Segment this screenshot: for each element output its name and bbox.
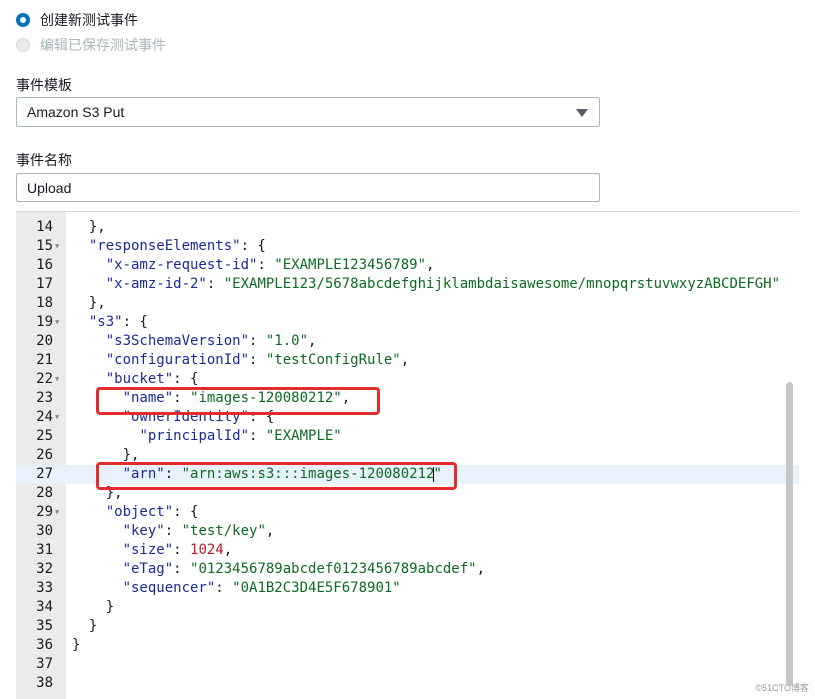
radio-selected-icon[interactable]: [16, 13, 30, 27]
code-text: },: [72, 219, 106, 235]
line-number: 15: [36, 238, 53, 254]
code-text: },: [72, 295, 106, 311]
line-number: 29: [36, 504, 53, 520]
line-number: 33: [36, 580, 53, 596]
line-number: 35: [36, 618, 53, 634]
code-text: "sequencer": "0A1B2C3D4E5F678901": [122, 580, 401, 596]
line-number: 25: [36, 428, 53, 444]
line-number: 38: [36, 675, 53, 691]
line-number: 36: [36, 637, 53, 653]
code-line[interactable]: 35 }: [16, 617, 799, 636]
code-line[interactable]: 18 },: [16, 294, 799, 313]
fold-toggle-icon[interactable]: ▼: [55, 313, 59, 332]
line-number: 24: [36, 409, 53, 425]
code-text: "size": 1024,: [122, 542, 233, 558]
line-number: 19: [36, 314, 53, 330]
line-number: 13: [16, 212, 53, 218]
event-name-value: Upload: [27, 179, 72, 196]
code-line[interactable]: 25 "principalId": "EXAMPLE": [16, 427, 799, 446]
line-number: 18: [36, 295, 53, 311]
code-text: "key": "test/key",: [122, 523, 275, 539]
template-label: 事件模板: [16, 77, 72, 93]
code-text: "x-amz-request-id": "EXAMPLE123456789",: [105, 257, 435, 273]
highlight-box-bucket-arn: [96, 462, 457, 490]
json-code-editor[interactable]: 13 "sourceIPAddress": "127.0.0.1"14 },15…: [16, 211, 799, 699]
code-text: "sourceIPAddress": "127.0.0.1": [72, 212, 359, 218]
code-line[interactable]: 29 ▼ "object": {: [16, 503, 799, 522]
code-text: "configurationId": "testConfigRule",: [105, 352, 410, 368]
radio-edit-saved-event[interactable]: 编辑已保存测试事件: [16, 35, 166, 55]
code-line[interactable]: 37: [16, 655, 799, 674]
editor-lines[interactable]: 13 "sourceIPAddress": "127.0.0.1"14 },15…: [16, 212, 799, 693]
line-number: 20: [36, 333, 53, 349]
code-line[interactable]: 15 ▼ "responseElements": {: [16, 237, 799, 256]
code-line[interactable]: 34 }: [16, 598, 799, 617]
line-number: 21: [36, 352, 53, 368]
radio-label-edit: 编辑已保存测试事件: [40, 37, 166, 53]
code-text: }: [72, 618, 98, 634]
line-number: 26: [36, 447, 53, 463]
event-name-input[interactable]: Upload: [16, 173, 600, 202]
code-line[interactable]: 20 "s3SchemaVersion": "1.0",: [16, 332, 799, 351]
highlight-box-bucket-name: [96, 387, 380, 415]
editor-scrollbar[interactable]: [786, 382, 793, 686]
code-line[interactable]: 38: [16, 674, 799, 693]
line-number: 34: [36, 599, 53, 615]
template-select-value: Amazon S3 Put: [27, 104, 125, 120]
fold-toggle-icon[interactable]: ▼: [55, 408, 59, 427]
code-text: }: [72, 637, 81, 653]
code-text: "x-amz-id-2": "EXAMPLE123/5678abcdefghij…: [105, 276, 781, 292]
code-text: "responseElements": {: [88, 238, 266, 254]
line-number: 27: [36, 466, 53, 482]
code-line[interactable]: 17 "x-amz-id-2": "EXAMPLE123/5678abcdefg…: [16, 275, 799, 294]
line-number: 16: [36, 257, 53, 273]
line-number: 23: [36, 390, 53, 406]
code-line[interactable]: 30 "key": "test/key",: [16, 522, 799, 541]
code-text: "principalId": "EXAMPLE": [139, 428, 342, 444]
template-select[interactable]: Amazon S3 Put: [16, 97, 600, 127]
watermark: ©51CTO博客: [755, 683, 809, 693]
code-text: }: [72, 599, 115, 615]
code-line[interactable]: 33 "sequencer": "0A1B2C3D4E5F678901": [16, 579, 799, 598]
code-line[interactable]: 14 },: [16, 218, 799, 237]
code-text: "s3": {: [88, 314, 148, 330]
chevron-down-icon[interactable]: [576, 109, 588, 117]
radio-label-create: 创建新测试事件: [40, 12, 138, 28]
code-line[interactable]: 32 "eTag": "0123456789abcdef0123456789ab…: [16, 560, 799, 579]
line-number: 22: [36, 371, 53, 387]
line-number: 17: [36, 276, 53, 292]
line-number: 14: [36, 219, 53, 235]
fold-toggle-icon[interactable]: ▼: [55, 503, 59, 522]
code-text: "object": {: [105, 504, 199, 520]
fold-toggle-icon[interactable]: ▼: [55, 370, 59, 389]
event-name-label: 事件名称: [16, 152, 72, 168]
code-line[interactable]: 16 "x-amz-request-id": "EXAMPLE123456789…: [16, 256, 799, 275]
code-line[interactable]: 21 "configurationId": "testConfigRule",: [16, 351, 799, 370]
code-line[interactable]: 36}: [16, 636, 799, 655]
code-text: "s3SchemaVersion": "1.0",: [105, 333, 317, 349]
line-number: 28: [36, 485, 53, 501]
code-line[interactable]: 13 "sourceIPAddress": "127.0.0.1": [16, 212, 799, 218]
line-number: 32: [36, 561, 53, 577]
code-line[interactable]: 19 ▼ "s3": {: [16, 313, 799, 332]
line-number: 37: [36, 656, 53, 672]
code-text: "eTag": "0123456789abcdef0123456789abcde…: [122, 561, 486, 577]
radio-create-new-event[interactable]: 创建新测试事件: [16, 10, 138, 30]
line-number: 31: [36, 542, 53, 558]
fold-toggle-icon[interactable]: ▼: [55, 237, 59, 256]
line-number: 30: [36, 523, 53, 539]
code-line[interactable]: 31 "size": 1024,: [16, 541, 799, 560]
radio-unselected-icon[interactable]: [16, 38, 30, 52]
